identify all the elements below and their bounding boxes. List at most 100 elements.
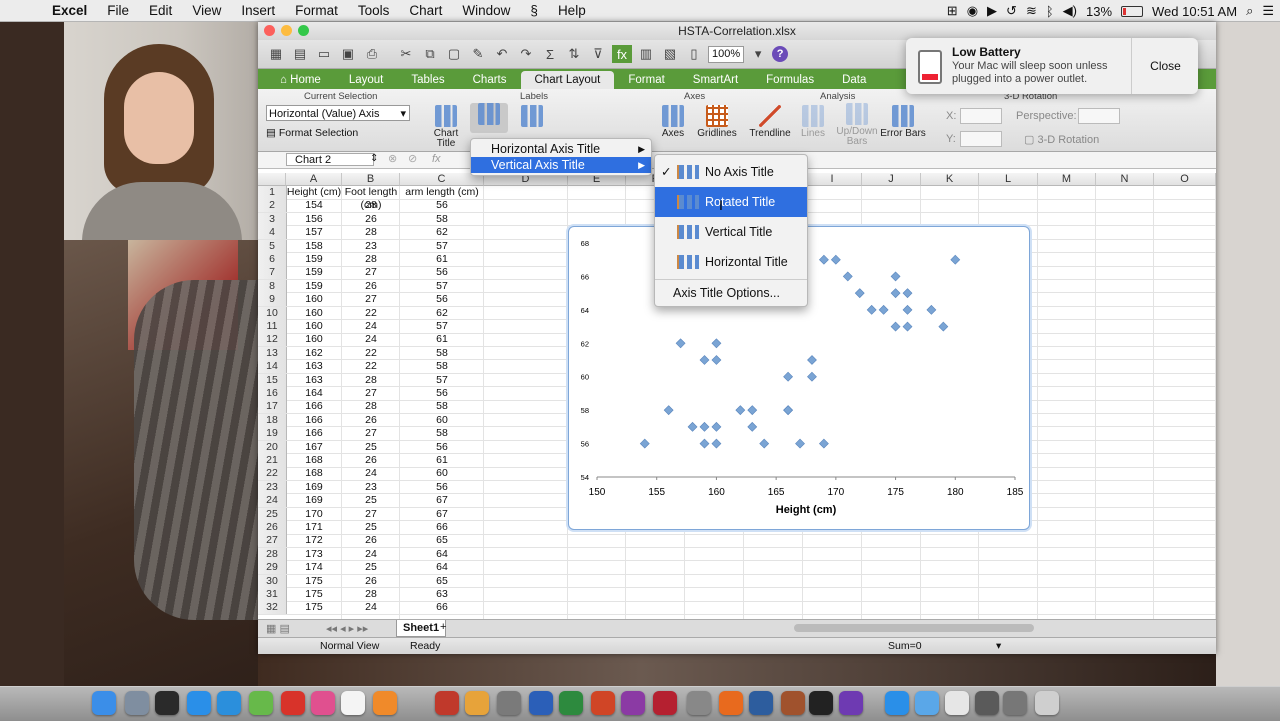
row-header[interactable]: 2 [258,199,287,213]
table-cell[interactable]: 166 [286,427,342,440]
help-icon[interactable]: ? [772,46,789,62]
ibooks-icon[interactable] [373,691,397,715]
row-header[interactable]: 32 [258,601,287,615]
launchpad-icon[interactable] [125,691,149,715]
table-cell[interactable]: 162 [286,347,342,360]
table-cell[interactable]: 58 [400,360,484,373]
bluetooth-icon[interactable]: ᛒ [1046,4,1054,19]
axis-titles-button[interactable] [470,103,508,133]
tab-chart-layout[interactable]: Chart Layout [520,71,615,89]
table-cell[interactable]: 26 [342,280,400,293]
table-cell[interactable]: 58 [400,427,484,440]
row-header[interactable]: 10 [258,306,287,320]
table-cell[interactable]: 164 [286,387,342,400]
table-cell[interactable]: 63 [400,588,484,601]
table-cell[interactable]: 23 [342,240,400,253]
row-header[interactable]: 27 [258,534,287,548]
table-cell[interactable]: 64 [400,561,484,574]
tab-charts[interactable]: Charts [459,71,521,89]
time-machine-icon[interactable]: ↺ [1006,3,1017,19]
menu-tools[interactable]: Tools [348,3,400,18]
table-cell[interactable]: 160 [286,307,342,320]
table-cell[interactable]: 64 [400,548,484,561]
clock[interactable]: Wed 10:51 AM [1152,4,1237,19]
menu-vertical-axis-title[interactable]: Vertical Axis Title ▶ [471,157,651,173]
column-header-n[interactable]: N [1096,173,1154,186]
table-cell[interactable]: 168 [286,467,342,480]
app-store-icon[interactable] [187,691,211,715]
table-cell[interactable]: 22 [342,360,400,373]
wifi-icon[interactable]: ≋ [1026,3,1037,19]
row-header[interactable]: 8 [258,279,287,293]
table-cell[interactable]: 56 [400,387,484,400]
legend-button[interactable] [514,105,550,129]
table-cell[interactable]: 65 [400,575,484,588]
table-cell[interactable]: 169 [286,481,342,494]
cancel-icon[interactable]: ⊗ [388,152,397,165]
folder-icon[interactable] [915,691,939,715]
formula-builder-icon[interactable]: fx [612,45,632,63]
row-header[interactable]: 31 [258,588,287,601]
row-header[interactable]: 25 [258,507,287,521]
tab-tables[interactable]: Tables [397,71,458,89]
table-cell[interactable]: 58 [400,347,484,360]
table-cell[interactable]: 28 [342,374,400,387]
column-header-o[interactable]: O [1154,173,1216,186]
row-header[interactable]: 21 [258,454,287,467]
table-cell[interactable]: 25 [342,441,400,454]
table-cell[interactable]: 27 [342,427,400,440]
documents-icon[interactable] [945,691,969,715]
sidebar-icon[interactable]: ▯ [684,45,704,63]
row-header[interactable]: 1 [258,186,287,199]
table-cell[interactable]: 62 [400,307,484,320]
menu-vertical-title[interactable]: Vertical Title [655,217,807,247]
tab-smartart[interactable]: SmartArt [679,71,752,89]
maps-icon[interactable] [249,691,273,715]
table-cell[interactable]: 166 [286,400,342,413]
table-cell[interactable]: 56 [400,481,484,494]
safari-icon[interactable] [217,691,241,715]
column-header-k[interactable]: K [921,173,979,186]
minimize-window-icon[interactable] [281,25,292,36]
gallery-icon[interactable]: ▥ [636,45,656,63]
undo-icon[interactable]: ↶ [492,45,512,63]
menu-horizontal-title[interactable]: Horizontal Title [655,247,807,277]
toolbox-icon[interactable]: ▧ [660,45,680,63]
table-cell[interactable]: 56 [400,199,484,212]
calendar-icon[interactable] [341,691,365,715]
record-icon[interactable]: ◉ [967,3,978,19]
table-cell[interactable]: 57 [400,240,484,253]
table-cell[interactable]: 168 [286,454,342,467]
paste-icon[interactable]: ▢ [444,45,464,63]
templates-icon[interactable]: ▤ [290,45,310,63]
imovie-icon[interactable] [839,691,863,715]
table-cell[interactable]: 28 [342,253,400,266]
updown-bars-button[interactable]: Up/Down Bars [834,103,880,147]
pencil-icon[interactable] [781,691,805,715]
new-icon[interactable]: ▦ [266,45,286,63]
word-icon[interactable] [529,691,553,715]
row-header[interactable]: 15 [258,373,287,387]
table-cell[interactable]: 166 [286,414,342,427]
add-sheet-button[interactable]: + [440,621,446,633]
table-cell[interactable]: 26 [342,414,400,427]
zoom-select[interactable]: 100% [708,45,745,63]
excel-icon[interactable] [559,691,583,715]
fx-label[interactable]: fx [432,153,441,165]
column-header-l[interactable]: L [979,173,1038,186]
table-cell[interactable]: 57 [400,280,484,293]
menu-horizontal-axis-title[interactable]: Horizontal Axis Title ▶ [471,141,651,157]
table-cell[interactable]: 60 [400,467,484,480]
enter-icon[interactable]: ⊘ [408,152,417,165]
current-selection-dropdown[interactable]: Horizontal (Value) Axis ▾ [266,105,410,121]
print-icon[interactable]: ⎙ [362,45,382,63]
table-cell[interactable]: 22 [342,347,400,360]
onenote-icon[interactable] [621,691,645,715]
table-cell[interactable]: 159 [286,266,342,279]
row-header[interactable]: 6 [258,253,287,266]
row-header[interactable]: 16 [258,387,287,400]
row-header[interactable]: 14 [258,360,287,374]
sort-icon[interactable]: ⇅ [564,45,584,63]
table-cell[interactable]: 27 [342,266,400,279]
table-cell[interactable]: 175 [286,588,342,601]
